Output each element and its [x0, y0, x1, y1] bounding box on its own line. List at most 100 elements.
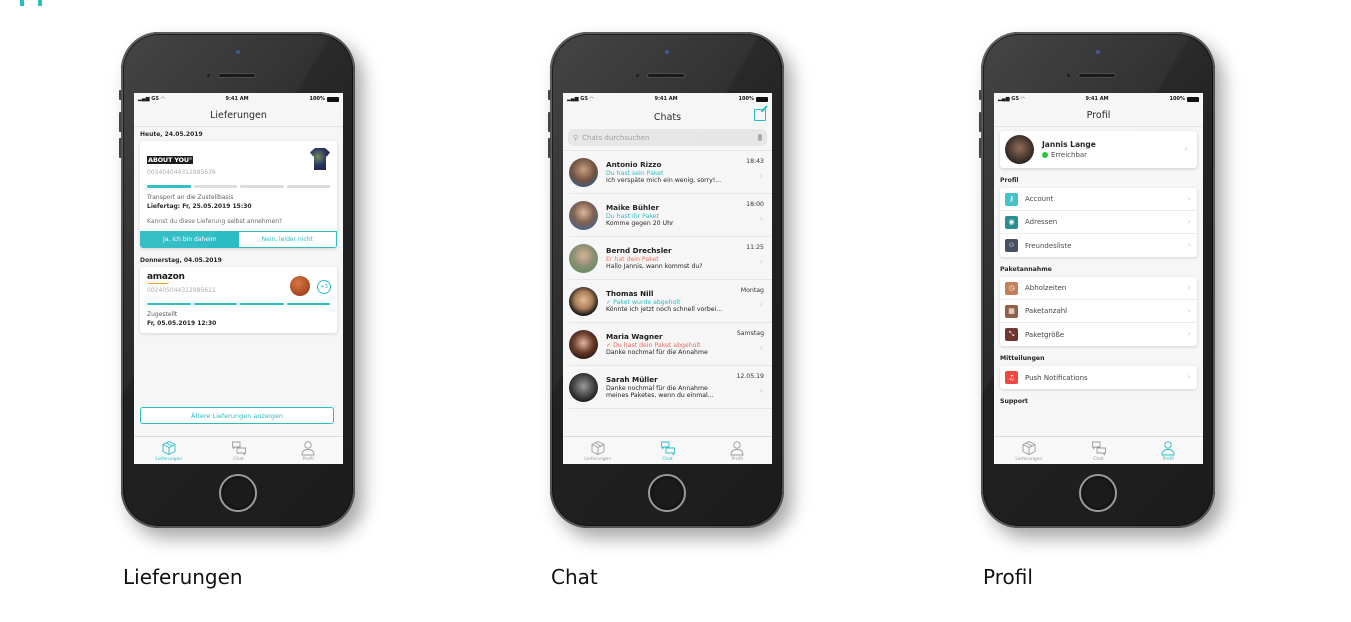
tab-profil[interactable]: Profil — [273, 437, 343, 464]
home-button[interactable] — [648, 474, 686, 512]
message-time: 12.05.19 — [736, 373, 764, 380]
chat-list-item[interactable]: Maike Bühler Du hast ihr Paket Komme geg… — [569, 194, 772, 237]
status-bar: ▂▄▆ GS ◠ 9:41 AM 100% — [134, 93, 343, 105]
settings-item-push-notifications[interactable]: ♫ Push Notifications › — [1000, 366, 1197, 389]
tab-lieferungen[interactable]: Lieferungen — [134, 437, 204, 464]
home-button[interactable] — [219, 474, 257, 512]
volume-up-button — [119, 112, 122, 132]
delivery-status: Transport an die Zustellbasis — [147, 193, 234, 201]
compose-icon[interactable] — [754, 109, 766, 121]
progress-step — [240, 185, 284, 188]
tab-profil[interactable]: Profil — [1133, 437, 1203, 464]
section-header: Support — [1000, 398, 1028, 405]
settings-item-freundesliste[interactable]: ⚇ Freundesliste › — [1000, 234, 1197, 257]
search-placeholder: Chats durchsuchen — [582, 133, 650, 142]
avatar — [569, 372, 598, 402]
user-availability: Erreichbar — [1042, 151, 1096, 159]
settings-item-label: Paketgröße — [1025, 330, 1065, 339]
page-title: Profil — [1086, 110, 1111, 121]
friends-icon: ⚇ — [1005, 239, 1018, 252]
tab-label: Lieferungen — [155, 456, 183, 462]
mute-switch — [119, 90, 122, 100]
volume-down-button — [548, 138, 551, 158]
boxes-icon: ▦ — [1005, 304, 1018, 318]
accept-choice: Ja, ich bin daheim Nein, leider nicht — [140, 230, 337, 248]
settings-item-label: Paketanzahl — [1025, 307, 1068, 315]
resize-icon: ⤡ — [1005, 328, 1018, 341]
chat-list: Antonio Rizzo Du hast sein Paket Ich ver… — [563, 150, 772, 409]
status-bar: ▂▄▆ GS ◠ 9:41 AM 100% — [563, 93, 772, 105]
chevron-right-icon: › — [1187, 306, 1191, 315]
settings-item-label: Push Notifications — [1025, 373, 1088, 382]
tab-bar: Lieferungen Chat Profil — [563, 436, 772, 464]
message-time: Samstag — [736, 330, 764, 337]
settings-item-paketanzahl[interactable]: ▦ Paketanzahl › — [1000, 300, 1197, 323]
microphone-icon[interactable] — [758, 134, 762, 141]
last-message: Danke nochmal für die Annahme — [606, 349, 708, 356]
chat-list-item[interactable]: Bernd Drechsler Er hat dein Paket Hallo … — [569, 237, 772, 280]
speaker — [647, 73, 685, 78]
chat-list-item[interactable]: Antonio Rizzo Du hast sein Paket Ich ver… — [569, 151, 772, 194]
avatar — [569, 200, 598, 230]
chat-list-item[interactable]: Thomas Nill ✓ Paket wurde abgeholt Könnt… — [569, 280, 772, 323]
more-items-badge[interactable]: +3 — [317, 279, 331, 294]
status-bar: ▂▄▆ GS ◠ 9:41 AM 100% — [994, 93, 1203, 105]
avatar — [569, 286, 598, 316]
settings-item-adressen[interactable]: ◉ Adressen › — [1000, 211, 1197, 234]
package-status: ✓ Du hast dein Paket abgeholt — [606, 342, 701, 349]
clock: 9:41 AM — [225, 96, 249, 102]
chat-list-item[interactable]: Maria Wagner ✓ Du hast dein Paket abgeho… — [569, 323, 772, 366]
settings-item-abholzeiten[interactable]: ◷ Abholzeiten › — [1000, 277, 1197, 300]
tab-chat[interactable]: Chat — [633, 437, 703, 464]
tab-chat[interactable]: Chat — [1064, 437, 1134, 464]
clock: 9:41 AM — [1085, 96, 1109, 102]
product-shirt-image — [310, 148, 330, 170]
nav-bar: Chats — [563, 105, 772, 125]
battery-icon — [1186, 96, 1199, 102]
show-older-deliveries-button[interactable]: Ältere Lieferungen anzeigen — [140, 407, 334, 424]
progress-step — [240, 302, 284, 305]
package-status: Du hast ihr Paket — [606, 213, 659, 220]
battery: 100% — [739, 96, 768, 102]
settings-item-paketgroesse[interactable]: ⤡ Paketgröße › — [1000, 323, 1197, 346]
progress-step — [193, 302, 237, 305]
nav-bar: Lieferungen — [134, 105, 343, 127]
settings-item-label: Adressen — [1025, 218, 1058, 226]
tab-label: Chat — [1093, 456, 1104, 462]
progress-step — [286, 302, 330, 305]
chevron-right-icon: › — [1187, 217, 1191, 226]
tab-lieferungen[interactable]: Lieferungen — [994, 437, 1064, 464]
front-camera — [1096, 50, 1100, 54]
avatar — [569, 243, 598, 273]
tracking-number: 003404044312985639 — [147, 169, 216, 176]
settings-item-account[interactable]: ⚷ Account › — [1000, 188, 1197, 211]
yes-home-button[interactable]: Ja, ich bin daheim — [141, 231, 239, 247]
user-profile-card[interactable]: Jannis Lange Erreichbar › — [1000, 131, 1197, 168]
tab-profil[interactable]: Profil — [702, 437, 772, 464]
tab-label: Lieferungen — [1015, 456, 1043, 462]
delivery-card[interactable]: ABOUT YOU° 003404044312985639 Transport … — [140, 141, 337, 248]
settings-item-label: Freundesliste — [1025, 241, 1072, 250]
caption-chat: Chat — [551, 565, 598, 589]
delivery-card[interactable]: amazon +3 002405044312985611 Zugestellt … — [140, 266, 337, 333]
chat-search-input[interactable]: ⚲ Chats durchsuchen — [568, 129, 767, 146]
contact-name: Bernd Drechsler — [606, 246, 672, 255]
mute-switch — [548, 90, 551, 100]
chat-list-item[interactable]: Sarah Müller Danke nochmal für die Annah… — [569, 366, 772, 409]
no-not-home-button[interactable]: Nein, leider nicht — [238, 231, 336, 247]
screen-profil: ▂▄▆ GS ◠ 9:41 AM 100% Profil Jannis Lang… — [994, 93, 1203, 464]
chevron-right-icon: › — [1187, 240, 1191, 249]
last-message: Könnte ich jetzt noch schnell vorbei... — [606, 306, 723, 313]
person-icon — [730, 440, 744, 455]
user-name: Jannis Lange — [1042, 140, 1096, 149]
home-button[interactable] — [1079, 474, 1117, 512]
chevron-right-icon: › — [1187, 329, 1191, 338]
tab-lieferungen[interactable]: Lieferungen — [563, 437, 633, 464]
front-camera — [665, 50, 669, 54]
last-message: Komme gegen 20 Uhr — [606, 220, 674, 227]
tab-label: Profil — [1162, 456, 1174, 462]
last-message: Danke nochmal für die Annahme — [606, 385, 708, 392]
tab-chat[interactable]: Chat — [204, 437, 274, 464]
screen-chat: ▂▄▆ GS ◠ 9:41 AM 100% Chats ⚲ Chats durc… — [563, 93, 772, 464]
avatar — [569, 157, 598, 187]
